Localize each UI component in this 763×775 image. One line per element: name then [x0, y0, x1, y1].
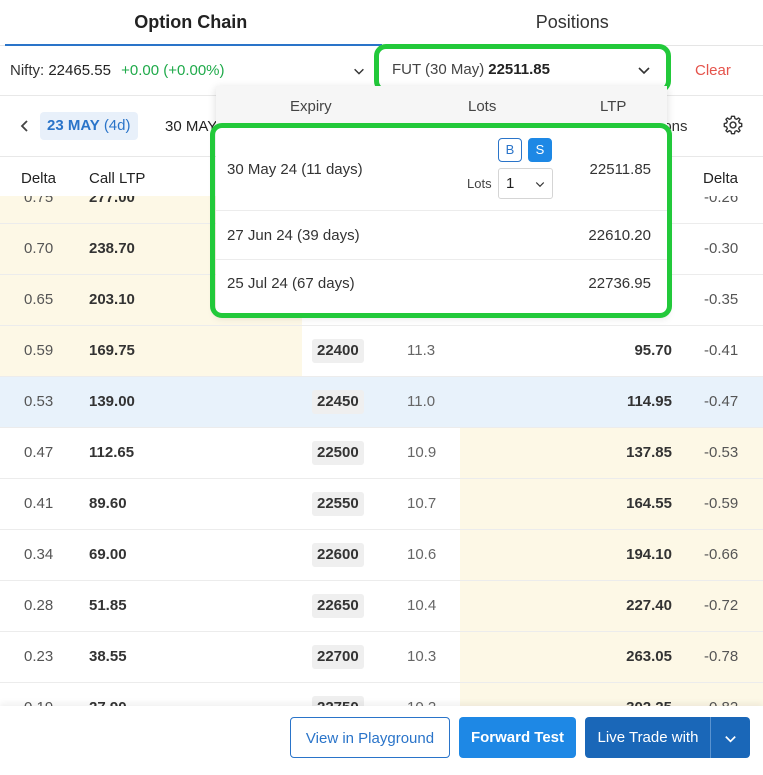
call-delta: 0.75: [24, 196, 54, 206]
call-ltp[interactable]: 89.60: [89, 495, 127, 512]
call-ltp[interactable]: 27.90: [89, 699, 127, 706]
put-ltp[interactable]: 194.10: [560, 546, 672, 563]
underlying-quote: Nifty: 22465.55 +0.00 (+0.00%): [10, 62, 225, 79]
implied-volatility: 11.3: [407, 342, 436, 359]
chevron-left-icon[interactable]: [17, 118, 33, 134]
strike-price: 22500: [312, 441, 364, 465]
implied-volatility: 10.7: [407, 495, 437, 512]
col-call-delta: Delta: [21, 170, 57, 187]
underlying-name: Nifty:: [10, 62, 45, 79]
call-ltp[interactable]: 38.55: [89, 648, 127, 665]
put-delta: -0.26: [704, 196, 739, 206]
implied-volatility: 10.6: [407, 546, 437, 563]
chevron-down-icon: [725, 736, 736, 743]
strike-price: 22450: [312, 390, 364, 414]
futures-expiry: FUT (30 May): [392, 61, 485, 78]
implied-volatility: 11.0: [407, 393, 436, 410]
call-ltp[interactable]: 203.10: [89, 291, 135, 308]
col-call-ltp: Call LTP: [89, 170, 146, 187]
clear-button[interactable]: Clear: [695, 62, 731, 79]
tab-positions[interactable]: Positions: [382, 0, 763, 45]
call-ltp[interactable]: 112.65: [89, 444, 134, 461]
table-row[interactable]: 0.47 112.65 22500 10.9 137.85 -0.53: [0, 428, 763, 479]
call-ltp[interactable]: 169.75: [89, 342, 135, 359]
put-delta: -0.78: [704, 648, 739, 665]
forward-test-button[interactable]: Forward Test: [459, 717, 576, 758]
expiry-chip-active[interactable]: 23 MAY (4d): [40, 112, 138, 140]
put-ltp[interactable]: 137.85: [560, 444, 672, 461]
strike-price: 22650: [312, 594, 364, 618]
put-ltp[interactable]: 263.05: [560, 648, 672, 665]
put-delta: -0.53: [704, 444, 739, 461]
call-ltp[interactable]: 51.85: [89, 597, 127, 614]
call-delta: 0.28: [24, 597, 54, 614]
table-row[interactable]: 0.23 38.55 22700 10.3 263.05 -0.78: [0, 632, 763, 683]
strike-price: 22600: [312, 543, 364, 567]
table-row[interactable]: 0.41 89.60 22550 10.7 164.55 -0.59: [0, 479, 763, 530]
call-delta: 0.53: [24, 393, 54, 410]
col-put-delta: Delta: [703, 170, 739, 187]
tab-option-chain[interactable]: Option Chain: [0, 0, 382, 46]
dropdown-highlight: [210, 123, 672, 318]
call-delta: 0.65: [24, 291, 54, 308]
call-ltp[interactable]: 238.70: [89, 240, 135, 257]
put-ltp[interactable]: 114.95: [560, 393, 672, 410]
strike-price: 22550: [312, 492, 364, 516]
call-ltp[interactable]: 69.00: [89, 546, 127, 563]
put-delta: -0.59: [704, 495, 739, 512]
table-row[interactable]: 0.19 27.90 22750 10.2 302.25 -0.82: [0, 683, 763, 706]
implied-volatility: 10.3: [407, 648, 437, 665]
call-delta: 0.41: [24, 495, 54, 512]
table-row[interactable]: 0.28 51.85 22650 10.4 227.40 -0.72: [0, 581, 763, 632]
tab-bar: Option Chain Positions: [0, 0, 763, 46]
underlying-price: 22465.55: [48, 62, 111, 79]
dropdown-header: Expiry Lots LTP: [216, 86, 667, 124]
dropdown-col-lots: Lots: [468, 98, 497, 115]
put-delta: -0.47: [704, 393, 739, 410]
futures-selector-label: FUT (30 May) 22511.85: [392, 61, 550, 78]
put-delta: -0.66: [704, 546, 739, 563]
table-row[interactable]: 0.34 69.00 22600 10.6 194.10 -0.66: [0, 530, 763, 581]
call-delta: 0.47: [24, 444, 54, 461]
call-delta: 0.23: [24, 648, 54, 665]
view-in-playground-button[interactable]: View in Playground: [290, 717, 450, 758]
put-ltp[interactable]: 164.55: [560, 495, 672, 512]
strike-price: 22750: [312, 696, 364, 706]
futures-price: 22511.85: [488, 61, 550, 78]
put-delta: -0.41: [704, 342, 739, 359]
put-ltp[interactable]: 227.40: [560, 597, 672, 614]
put-delta: -0.30: [704, 240, 739, 257]
implied-volatility: 10.2: [407, 699, 436, 706]
call-delta: 0.19: [24, 699, 53, 706]
strike-price: 22400: [312, 339, 364, 363]
put-delta: -0.35: [704, 291, 739, 308]
expiry-chip-label: 23 MAY: [47, 117, 100, 134]
strike-price: 22700: [312, 645, 364, 669]
chevron-down-icon: [638, 67, 650, 75]
put-ltp[interactable]: 302.25: [560, 699, 672, 706]
action-footer: View in Playground Forward Test Live Tra…: [0, 706, 763, 775]
put-delta: -0.82: [704, 699, 738, 706]
live-trade-button[interactable]: Live Trade with: [585, 717, 711, 758]
live-trade-dropdown-button[interactable]: [710, 717, 750, 758]
chevron-down-icon[interactable]: [352, 64, 366, 78]
call-delta: 0.34: [24, 546, 54, 563]
gear-icon[interactable]: [722, 114, 744, 136]
call-delta: 0.59: [24, 342, 54, 359]
put-delta: -0.72: [704, 597, 739, 614]
table-row[interactable]: 0.53 139.00 22450 11.0 114.95 -0.47: [0, 377, 763, 428]
call-ltp[interactable]: 277.00: [89, 196, 135, 206]
call-ltp[interactable]: 139.00: [89, 393, 135, 410]
call-delta: 0.70: [24, 240, 54, 257]
underlying-change: +0.00 (+0.00%): [121, 62, 225, 79]
dropdown-col-ltp: LTP: [600, 98, 627, 115]
implied-volatility: 10.9: [407, 444, 437, 461]
dropdown-col-expiry: Expiry: [290, 98, 332, 115]
expiry-chip-days: (4d): [103, 117, 131, 134]
table-row[interactable]: 0.59 169.75 22400 11.3 95.70 -0.41: [0, 326, 763, 377]
put-ltp[interactable]: 95.70: [560, 342, 672, 359]
implied-volatility: 10.4: [407, 597, 437, 614]
